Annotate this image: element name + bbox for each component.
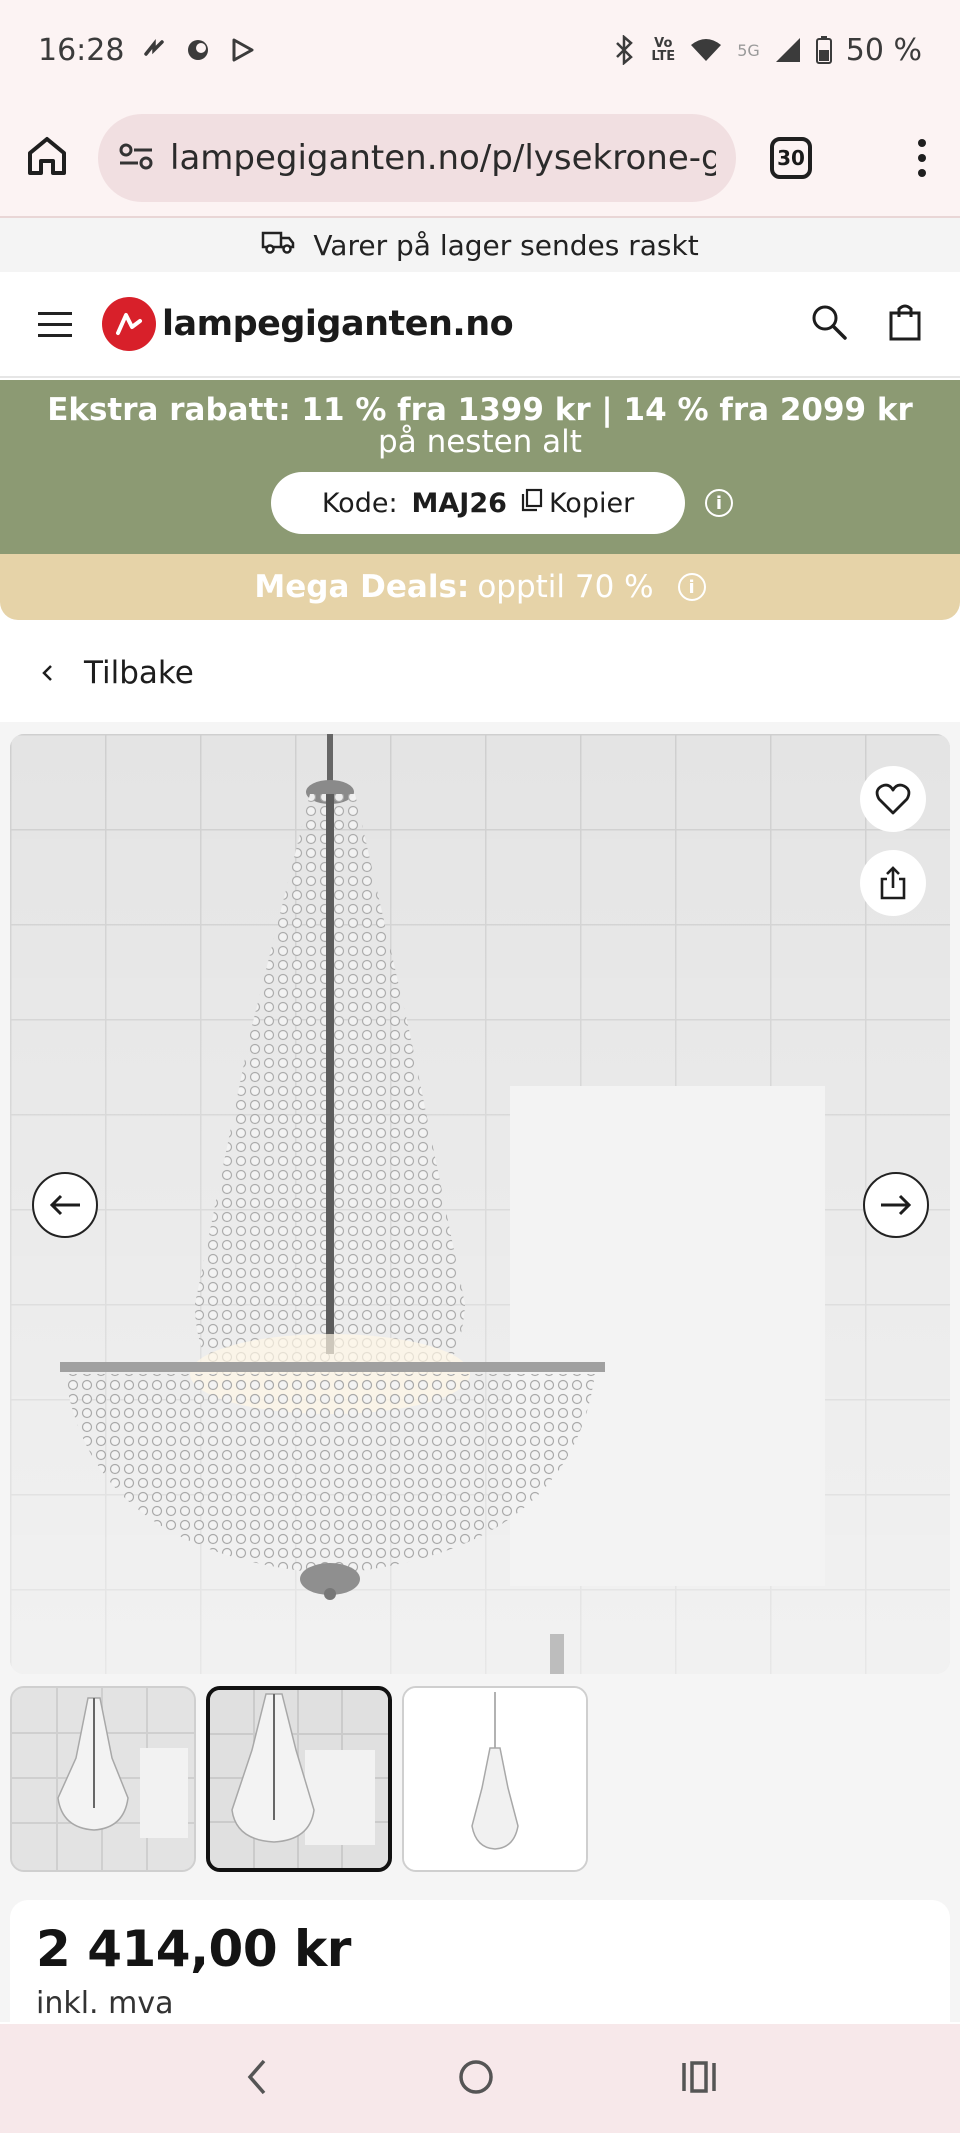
browser-menu-icon[interactable] [918,139,926,177]
copy-label: Kopier [548,487,635,519]
thumbnail-image [210,1690,388,1868]
product-price: 2 414,00 kr [36,1920,351,1978]
heart-icon [875,783,911,815]
notification-app-icon [140,36,168,64]
recents-nav-icon[interactable] [680,2059,718,2099]
copy-code-button[interactable]: Kode: MAJ26 Kopier [271,472,685,534]
chevron-left-icon [40,655,54,691]
wifi-icon [689,37,723,63]
thumbnail-strip [10,1686,588,1872]
browser-toolbar: lampegiganten.no/p/lysekrone-gra 30 [0,100,960,218]
chandelier-photo [10,734,950,1674]
product-main-image[interactable] [10,734,950,1674]
previous-image-button[interactable] [32,1172,98,1238]
share-icon [880,866,906,900]
back-label: Tilbake [84,655,194,691]
system-nav-bar [0,2024,960,2133]
thumbnail-3[interactable] [402,1686,588,1872]
logo-mark-icon [102,297,156,351]
copy-icon [521,488,543,519]
code-value: MAJ26 [411,487,507,519]
status-time: 16:28 [38,32,125,68]
network-type-label: 5G [737,40,760,60]
thumbnail-image [404,1688,586,1870]
search-icon[interactable] [810,303,848,345]
thumbnail-1[interactable] [10,1686,196,1872]
shipping-text: Varer på lager sendes raskt [313,228,699,262]
home-nav-icon[interactable] [456,2057,496,2101]
discount-text: Ekstra rabatt: 11 % fra 1399 kr | 14 % f… [0,394,960,458]
discount-rest-text: på nesten alt [378,424,582,460]
discount-bold-text: Ekstra rabatt: 11 % fra 1399 kr | 14 % f… [47,392,913,428]
battery-percent: 50 % [845,32,922,68]
arrow-left-icon [49,1194,80,1216]
cart-icon[interactable] [888,303,922,345]
thumbnail-image [12,1688,194,1870]
back-nav-icon[interactable] [242,2057,272,2101]
discount-banner: Ekstra rabatt: 11 % fra 1399 kr | 14 % f… [0,380,960,554]
price-card: 2 414,00 kr inkl. mva [10,1900,950,2030]
address-bar[interactable]: lampegiganten.no/p/lysekrone-gra [98,114,736,202]
signal-icon [774,36,802,64]
site-settings-icon[interactable] [118,141,154,175]
shipping-banner: Varer på lager sendes raskt [0,218,960,272]
arrow-right-icon [881,1194,912,1216]
thumbnail-2[interactable] [206,1686,392,1872]
logo-text: lampegiganten.no [162,304,514,344]
play-store-icon [228,36,256,64]
next-image-button[interactable] [863,1172,929,1238]
status-bar: 16:28 Vo LTE 5G 50 % [0,0,960,100]
battery-icon [815,36,832,64]
volte-icon: Vo LTE [651,36,676,64]
site-header: lampegiganten.no [0,272,960,378]
mega-info-icon[interactable]: i [677,573,706,601]
info-icon[interactable]: i [705,489,733,517]
vat-note: inkl. mva [36,1986,174,2021]
menu-icon[interactable] [38,311,72,337]
tab-switcher-button[interactable]: 30 [770,137,812,179]
code-label: Kode: [321,487,398,519]
notification-circle-icon [184,36,212,64]
favorite-button[interactable] [860,766,926,832]
url-text[interactable]: lampegiganten.no/p/lysekrone-gra [170,138,716,178]
bluetooth-icon [611,35,637,65]
site-logo[interactable]: lampegiganten.no [102,297,514,351]
mega-deals-bold: Mega Deals: [254,569,470,605]
share-button[interactable] [860,850,926,916]
home-icon[interactable] [22,131,72,185]
mega-deals-banner[interactable]: Mega Deals: opptil 70 % i [0,554,960,620]
back-link[interactable]: Tilbake [0,640,960,706]
truck-icon [261,229,295,262]
mega-deals-rest: opptil 70 % [477,569,654,605]
